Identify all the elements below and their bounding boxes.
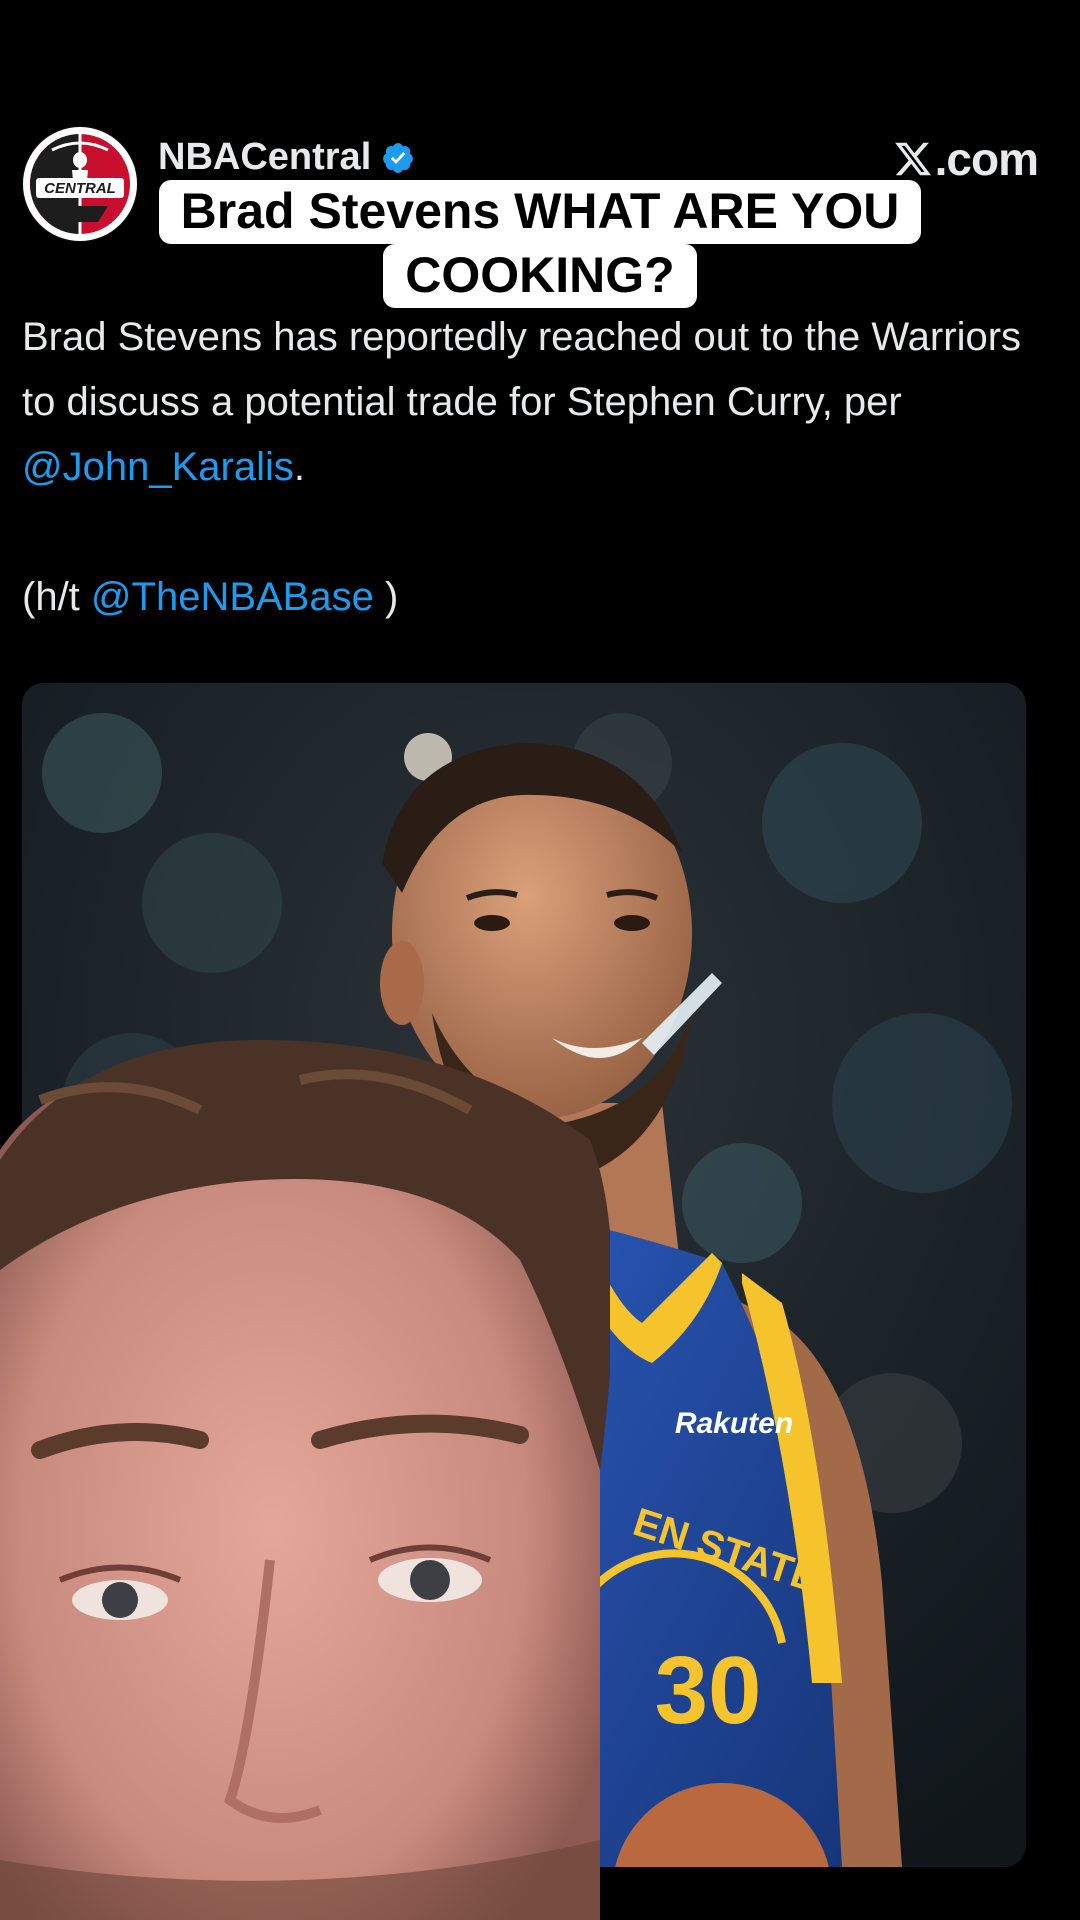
post-text: Brad Stevens has reportedly reached out … bbox=[22, 315, 1022, 424]
jersey-number: 30 bbox=[655, 1637, 762, 1744]
source-label: .com bbox=[934, 133, 1039, 185]
post-paragraph-2: (h/t @TheNBABase ) bbox=[22, 565, 1042, 630]
caption-line-2: COOKING? bbox=[383, 244, 697, 308]
mention-link[interactable]: @John_Karalis bbox=[22, 445, 294, 489]
x-logo-icon bbox=[894, 142, 931, 176]
post-text: (h/t bbox=[22, 575, 91, 619]
author-name[interactable]: NBACentral bbox=[158, 136, 371, 179]
post-text-end: ) bbox=[373, 575, 399, 619]
post-text-end: . bbox=[293, 445, 305, 489]
video-frame: CENTRAL NBACentral @ .com Brad Stevens W… bbox=[0, 0, 1080, 1920]
jersey-sponsor: Rakuten bbox=[675, 1407, 793, 1440]
post-body: Brad Stevens has reportedly reached out … bbox=[22, 305, 1042, 630]
caption-line-1: Brad Stevens WHAT ARE YOU bbox=[158, 180, 922, 244]
source-watermark: .com bbox=[893, 132, 1039, 186]
author-name-row[interactable]: NBACentral bbox=[158, 136, 415, 179]
creator-facecam bbox=[0, 1040, 610, 1920]
post-paragraph-1: Brad Stevens has reportedly reached out … bbox=[22, 305, 1042, 500]
mention-link[interactable]: @TheNBABase bbox=[91, 575, 374, 619]
verified-badge-icon bbox=[383, 142, 414, 173]
video-caption: Brad Stevens WHAT ARE YOU COOKING? bbox=[0, 180, 1080, 308]
